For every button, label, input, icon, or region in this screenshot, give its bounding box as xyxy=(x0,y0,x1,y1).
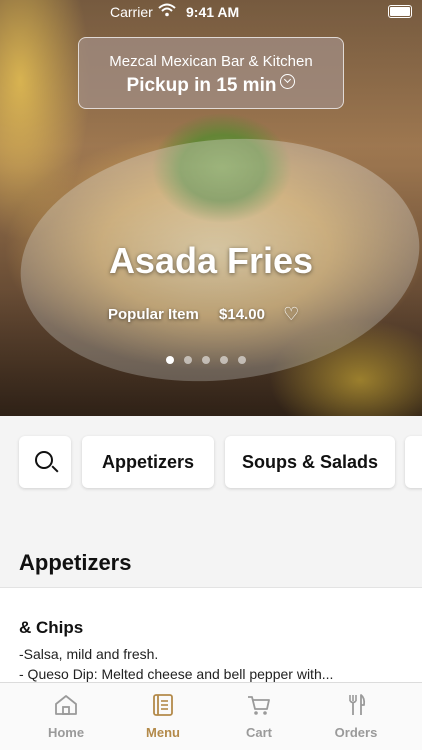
tab-menu[interactable]: Menu xyxy=(113,693,213,740)
menu-item[interactable]: & Chips -Salsa, mild and fresh. - Queso … xyxy=(0,588,422,684)
menu-item-description-cont: - Queso Dip: Melted cheese and bell pepp… xyxy=(19,666,334,682)
store-selector-button[interactable]: Mezcal Mexican Bar & Kitchen Pickup in 1… xyxy=(78,37,344,109)
cart-icon xyxy=(248,696,270,715)
page-dot[interactable] xyxy=(238,356,246,364)
search-button[interactable] xyxy=(19,436,71,488)
pickup-time: Pickup in 15 min xyxy=(79,74,343,97)
section-title: Appetizers xyxy=(19,550,132,575)
popular-tag: Popular Item xyxy=(108,306,199,323)
wifi-icon xyxy=(158,3,176,20)
featured-price: $14.00 xyxy=(219,306,265,323)
featured-dish-title: Asada Fries xyxy=(108,240,314,281)
hero-banner[interactable]: Carrier 9:41 AM Mezcal Mexican Bar & Kit… xyxy=(0,0,422,416)
chevron-down-icon xyxy=(280,74,296,89)
menu-item-description: -Salsa, mild and fresh. xyxy=(19,646,159,662)
tab-bar: Home Menu Cart Orders xyxy=(0,682,422,750)
tab-orders[interactable]: Orders xyxy=(306,693,406,740)
page-dot[interactable] xyxy=(166,356,174,364)
category-chip-soups-salads[interactable]: Soups & Salads xyxy=(225,436,395,488)
tab-home-label: Home xyxy=(47,725,85,740)
category-chip-next[interactable] xyxy=(405,436,422,488)
utensils-icon xyxy=(349,694,366,715)
home-icon xyxy=(55,695,77,715)
heart-icon[interactable]: ♡ xyxy=(283,304,299,324)
tab-orders-label: Orders xyxy=(334,725,378,740)
section-header: Appetizers xyxy=(0,508,422,588)
carrier-label: Carrier xyxy=(110,4,153,20)
search-icon xyxy=(35,451,53,469)
menu-book-icon xyxy=(153,694,173,716)
page-dot[interactable] xyxy=(220,356,228,364)
store-name: Mezcal Mexican Bar & Kitchen xyxy=(109,53,313,70)
tab-home[interactable]: Home xyxy=(16,693,116,740)
category-chip-appetizers[interactable]: Appetizers xyxy=(82,436,214,488)
tab-cart-label: Cart xyxy=(245,725,272,740)
tab-cart[interactable]: Cart xyxy=(209,693,309,740)
category-bar: Appetizers Soups & Salads xyxy=(0,416,422,508)
clock: 9:41 AM xyxy=(186,4,240,20)
battery-icon xyxy=(388,5,412,18)
page-dot[interactable] xyxy=(184,356,192,364)
page-indicator[interactable] xyxy=(166,351,256,369)
featured-dish-meta: Popular Item $14.00 ♡ xyxy=(108,304,299,325)
page-dot[interactable] xyxy=(202,356,210,364)
status-bar: Carrier 9:41 AM xyxy=(0,0,422,24)
menu-item-title: & Chips xyxy=(19,618,84,637)
tab-menu-label: Menu xyxy=(146,725,180,740)
